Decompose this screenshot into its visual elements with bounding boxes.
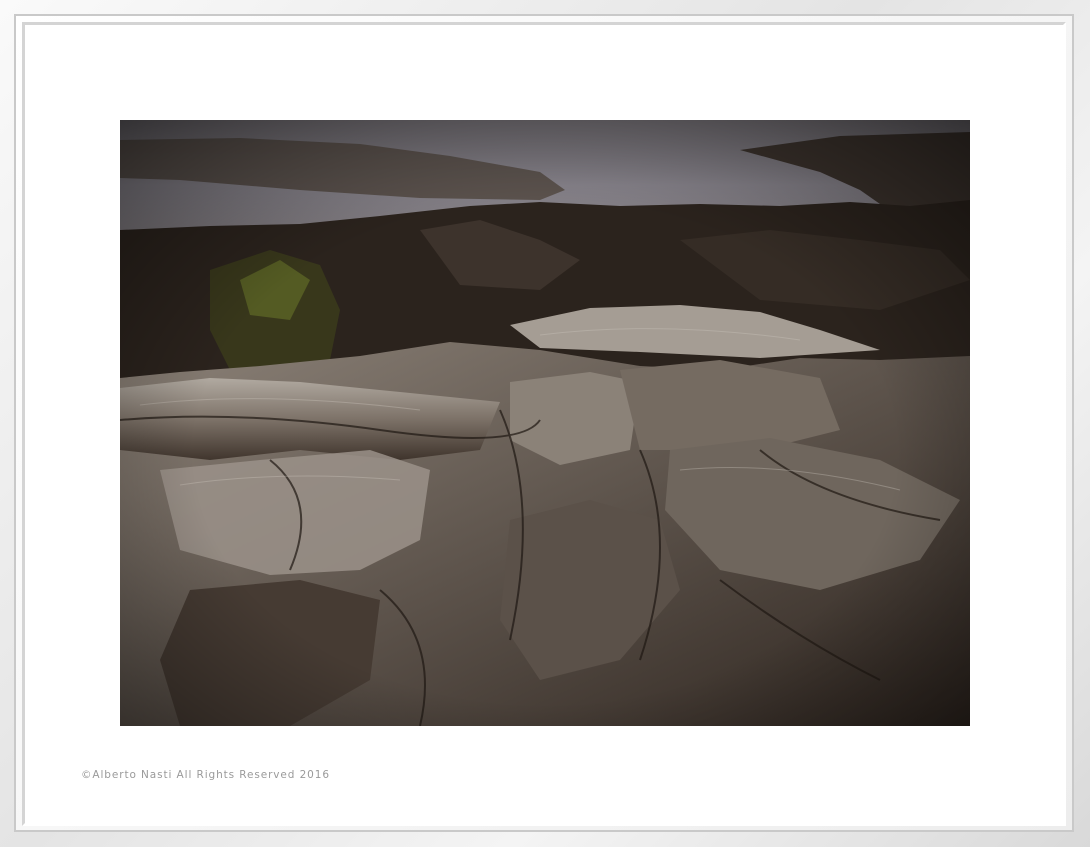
copyright-caption: ©Alberto Nasti All Rights Reserved 2016: [81, 769, 330, 781]
landscape-photo: [120, 120, 970, 726]
vignette-overlay: [120, 120, 970, 726]
rock-shoreline-image: [120, 120, 970, 726]
